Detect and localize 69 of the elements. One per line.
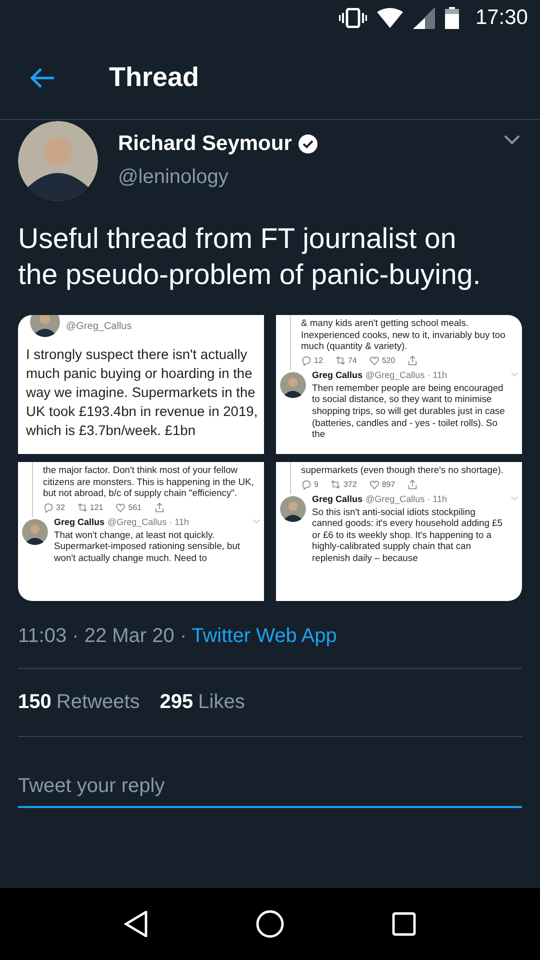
more-button[interactable] [504,135,520,145]
chevron-down-icon [253,519,260,524]
avatar [280,496,306,522]
screenshot-tweet-text: That won't change, at least not quickly. Supermarket-imposed rationing sensible, but won't actually change much. Need to [54,528,242,564]
wifi-icon [377,8,404,28]
screenshot-tweet-text: the major factor. Don't think most of your fellow citizens are monsters. This is happening in the UK, but not abroad, b/c of supply chain "efficiency". [43,463,255,499]
tweet-timestamp: 11:03 · 22 Mar 20 · [18,625,187,648]
heart-icon [368,354,380,366]
avatar [22,518,48,545]
tweet-screenshot[interactable] [276,315,522,454]
recents-square-icon [392,912,416,936]
action-count: 12 [314,356,323,365]
screenshot-author-handle: @Greg_Callus · 11h [366,494,448,504]
stat-label: Likes [198,691,245,714]
back-arrow-icon [29,66,55,88]
vibrate-icon [339,8,368,28]
reply-input[interactable]: Tweet your reply [18,769,522,808]
action-count: 121 [90,502,104,512]
avatar [280,372,306,398]
action-count: 561 [128,502,142,512]
tweet-screenshot[interactable] [18,462,264,601]
share-icon [407,354,418,366]
share-icon [154,502,165,513]
screenshot-tweet-text: & many kids aren't getting school meals. Inexperienced cooks, new to it, invariably buy too much (quantity & variety). [301,316,506,352]
screenshot-tweet-text: I strongly suspect there isn't actually much panic buying or hoarding in the way we imagine. Supermarkets in the UK took £193.4bn in revenue in 2019, which is £3.7bn/week. £1bn [26,346,258,440]
action-count: 32 [56,502,65,512]
screenshot-author-handle: @Greg_Callus · 11h [366,370,448,380]
action-count: 520 [382,356,396,365]
share-icon [407,478,418,490]
reply-icon [43,502,54,513]
author-name: Richard Seymour [118,132,292,156]
stat-count: 150 [18,691,52,714]
clock-time: 17:30 [475,6,528,30]
battery-icon [445,7,460,29]
author-handle: @leninology [118,166,230,189]
tweet-screenshot[interactable] [276,462,522,601]
screenshot-author-handle: @Greg_Callus · 11h [108,516,190,527]
action-count: 74 [348,356,357,365]
screenshot-tweet-text: Then remember people are being encouraged to social distance, so they want to minimise shopping trips, so will get durables just in case (batteries, candles and - yes - toilet rolls). So the [312,380,506,440]
stat-label: Retweets [56,691,140,714]
tweet-text: Useful thread from FT journalist on the pseudo-problem of panic-buying. [18,222,482,293]
retweet-icon [334,354,346,366]
back-button[interactable] [29,66,55,88]
retweet-icon [76,502,88,513]
screenshot-tweet-text: supermarkets (even though there's no shortage). [301,463,504,476]
stat-count: 295 [160,691,194,714]
back-triangle-icon [124,911,148,937]
chevron-down-icon [511,496,518,502]
source-link[interactable]: Twitter Web App [192,625,337,648]
chevron-down-icon [511,372,518,378]
action-count: 897 [382,480,396,489]
screenshot-author-name: Greg Callus [312,370,363,380]
home-circle-icon [256,910,284,938]
screenshot-author-name: Greg Callus [54,516,105,527]
action-count: 372 [343,480,357,489]
page-title: Thread [109,62,200,93]
signal-icon [413,7,436,29]
action-count: 9 [314,480,318,489]
screenshot-handle: @Greg_Callus [66,320,132,332]
reply-icon [301,354,312,366]
reply-icon [301,478,312,490]
retweet-icon [330,478,342,490]
screenshot-tweet-text: So this isn't anti-social idiots stockpiling canned goods: it's every household adding £5 or £6 to its weekly shop. It's happening to a highly-calibrated supply chain that can replenish daily – because [312,504,504,564]
tweet-screenshot[interactable]: @Greg_Callus I strongly suspect there isn't actually much panic buying or hoarding in the way we imagine. Supermarkets in the UK took £193.4bn in revenue in 2019, which is £3.7bn/week. £1bn [18,315,264,454]
avatar [30,315,60,337]
chevron-down-icon [504,135,520,145]
heart-icon [115,502,126,513]
heart-icon [368,478,380,490]
screenshot-author-name: Greg Callus [312,494,363,504]
